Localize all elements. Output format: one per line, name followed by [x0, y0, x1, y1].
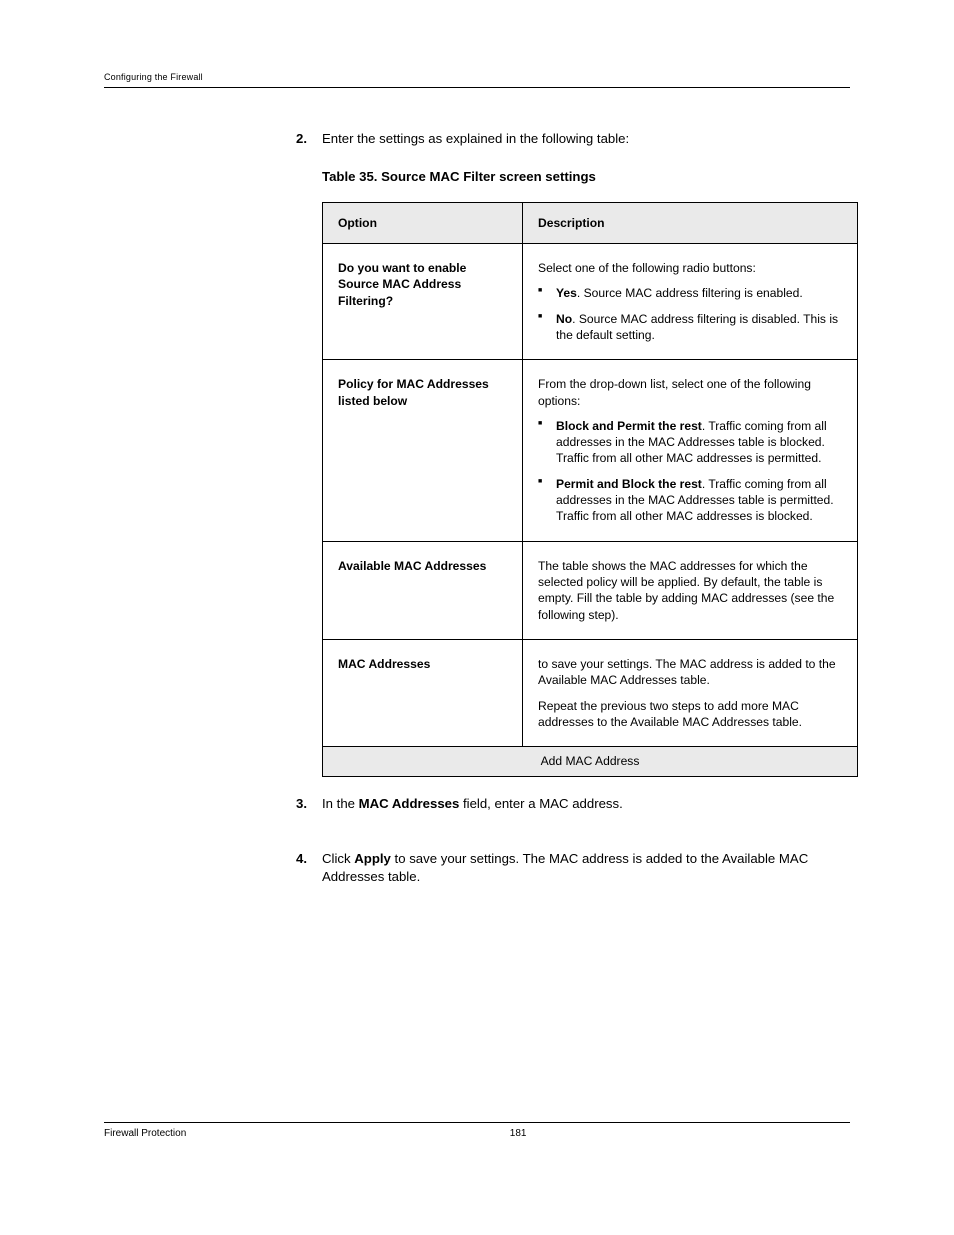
step-2: 2. Enter the settings as explained in th…: [296, 130, 850, 777]
step-4-b: Apply: [354, 851, 391, 866]
th-description: Description: [523, 202, 858, 243]
cell-option: MAC Addresses: [323, 639, 523, 746]
page-body: 2. Enter the settings as explained in th…: [296, 130, 850, 906]
cell-option: Policy for MAC Addresses listed below: [323, 360, 523, 542]
table-caption-title: Source MAC Filter screen settings: [381, 169, 596, 184]
desc-lead-line: From the drop-down list, select one of t…: [538, 376, 842, 409]
step-4-a: Click: [322, 851, 354, 866]
table-footer-note: Add MAC Address: [323, 747, 858, 776]
step-4-e: table.: [384, 869, 420, 884]
step-3-suffix: field, enter a MAC address.: [459, 796, 622, 811]
step-2-number: 2.: [296, 130, 322, 777]
cell-desc: From the drop-down list, select one of t…: [523, 360, 858, 542]
cell-option: Do you want to enable Source MAC Address…: [323, 243, 523, 359]
step-4-text: Click Apply to save your settings. The M…: [322, 850, 850, 886]
step-4-content: Click Apply to save your settings. The M…: [322, 850, 850, 906]
settings-table-body: Do you want to enable Source MAC Address…: [323, 243, 858, 746]
step-3: 3. In the MAC Addresses field, enter a M…: [296, 795, 850, 833]
table-row: Policy for MAC Addresses listed below Fr…: [323, 360, 858, 542]
step-3-text: In the MAC Addresses field, enter a MAC …: [322, 795, 850, 813]
step-4-c: to save your settings. The MAC address i…: [391, 851, 722, 866]
list-item: Block and Permit the rest. Traffic comin…: [538, 418, 842, 467]
cell-option: Available MAC Addresses: [323, 541, 523, 639]
desc-bullets: Yes. Source MAC address filtering is ena…: [538, 285, 842, 343]
bullet-rest: . Source MAC address filtering is enable…: [577, 286, 803, 300]
step-3-content: In the MAC Addresses field, enter a MAC …: [322, 795, 850, 833]
desc-fragment-1: to save your settings. The MAC address i…: [538, 657, 836, 671]
bullet-lead: No: [556, 312, 572, 326]
table-wrap: Table 35. Source MAC Filter screen setti…: [322, 168, 858, 777]
page-header: Configuring the Firewall: [104, 72, 850, 88]
step-3-prefix: In the: [322, 796, 359, 811]
bullet-rest: . Source MAC address filtering is disabl…: [556, 312, 838, 342]
step-2-text: Enter the settings as explained in the f…: [322, 130, 858, 148]
settings-table-foot: Add MAC Address: [323, 747, 858, 776]
bullet-lead: Block and Permit the rest: [556, 419, 702, 433]
list-item: Yes. Source MAC address filtering is ena…: [538, 285, 842, 301]
step-3-bold: MAC Addresses: [359, 796, 460, 811]
table-row: Do you want to enable Source MAC Address…: [323, 243, 858, 359]
page-footer: Firewall Protection 181: [104, 1122, 850, 1139]
main-steps-list: 2. Enter the settings as explained in th…: [296, 130, 850, 906]
desc-bullets: Block and Permit the rest. Traffic comin…: [538, 418, 842, 525]
step-4: 4. Click Apply to save your settings. Th…: [296, 850, 850, 906]
list-item: Permit and Block the rest. Traffic comin…: [538, 476, 842, 525]
header-left: Configuring the Firewall: [104, 72, 203, 82]
desc-fragment-3: table.: [677, 673, 710, 687]
footer-left: Firewall Protection: [104, 1128, 186, 1139]
table-row: Available MAC Addresses The table shows …: [323, 541, 858, 639]
table-row: MAC Addresses to save your settings. The…: [323, 639, 858, 746]
cell-desc: to save your settings. The MAC address i…: [523, 639, 858, 746]
table-caption: Table 35. Source MAC Filter screen setti…: [322, 168, 858, 186]
mac-addresses-label: MAC Addresses: [338, 657, 430, 671]
step-3-number: 3.: [296, 795, 322, 833]
step-2-content: Enter the settings as explained in the f…: [322, 130, 858, 777]
bullet-lead: Yes: [556, 286, 577, 300]
desc-extra: Repeat the previous two steps to add mor…: [538, 698, 842, 731]
table-caption-prefix: Table 35.: [322, 169, 381, 184]
bullet-lead: Permit and Block the rest: [556, 477, 702, 491]
desc-lead-line: Select one of the following radio button…: [538, 260, 842, 276]
th-option: Option: [323, 202, 523, 243]
footer-page-number: 181: [510, 1128, 527, 1139]
cell-desc: Select one of the following radio button…: [523, 243, 858, 359]
settings-table: Option Description Do you want to enable…: [322, 202, 858, 777]
step-4-number: 4.: [296, 850, 322, 906]
list-item: No. Source MAC address filtering is disa…: [538, 311, 842, 344]
cell-desc: The table shows the MAC addresses for wh…: [523, 541, 858, 639]
desc-fragment-2: Available MAC Addresses: [538, 673, 677, 687]
settings-table-head: Option Description: [323, 202, 858, 243]
